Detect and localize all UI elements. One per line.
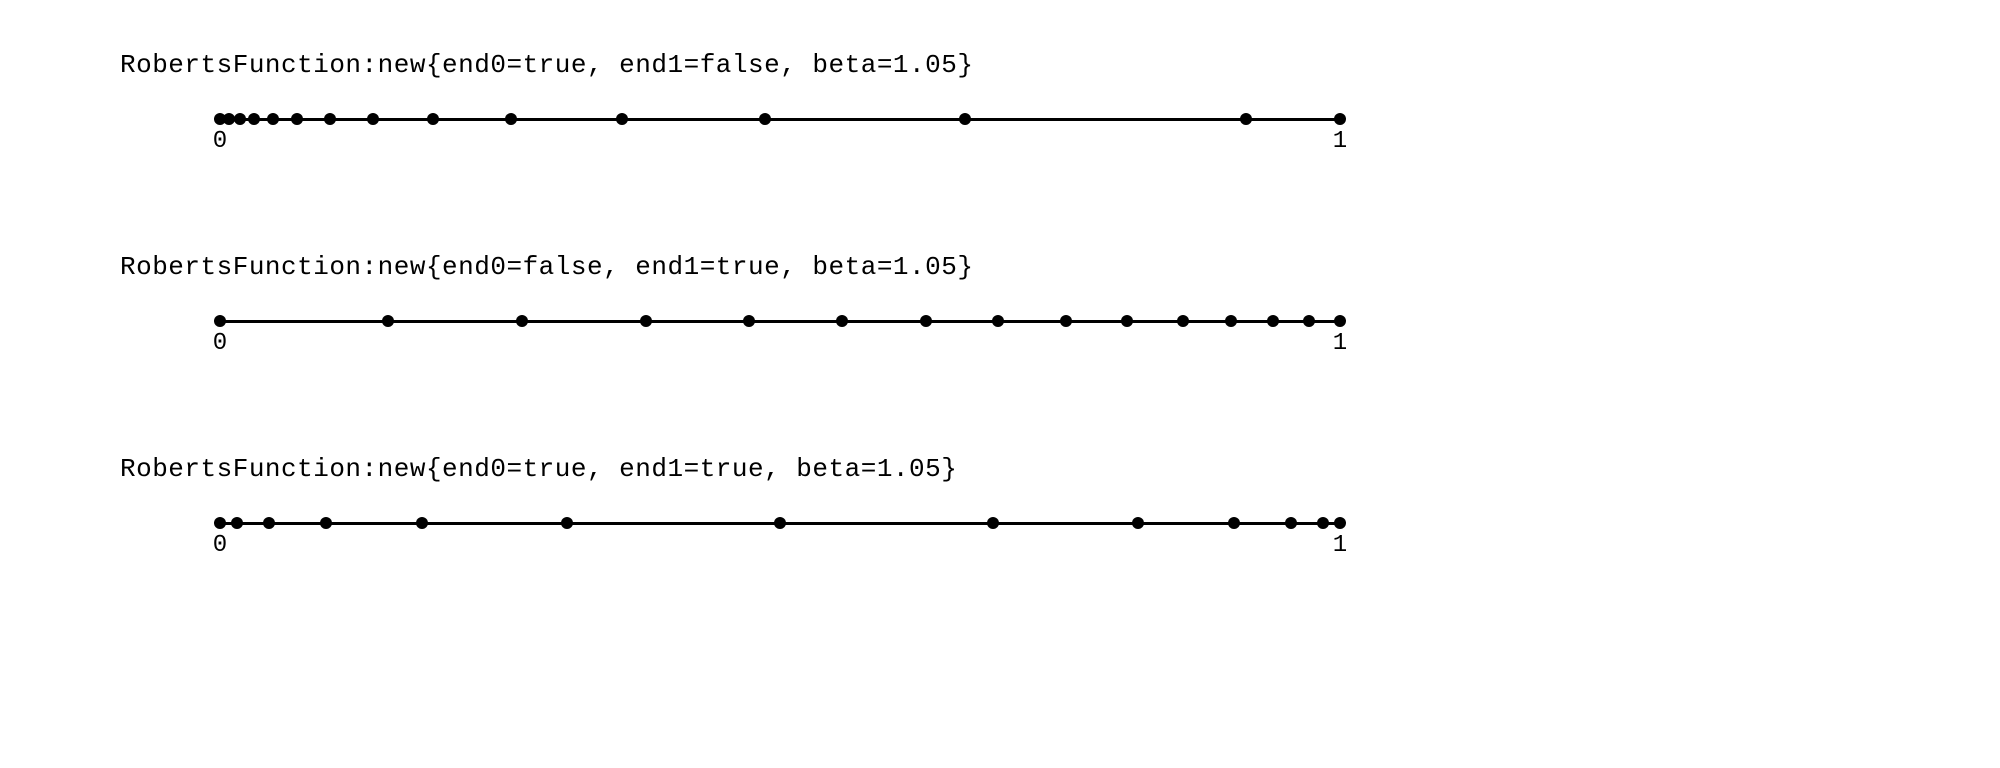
panel-3: RobertsFunction:new{end0=true, end1=true… [120, 454, 1880, 536]
data-point [291, 113, 303, 125]
data-point [1225, 315, 1237, 327]
axis-2: 0 1 [220, 310, 1340, 334]
data-point [324, 113, 336, 125]
data-point [959, 113, 971, 125]
data-point [416, 517, 428, 529]
data-point [263, 517, 275, 529]
tick-0-panel2: 0 [213, 330, 227, 357]
tick-0-panel1: 0 [213, 128, 227, 155]
data-point [214, 517, 226, 529]
data-point [234, 113, 246, 125]
data-point [1121, 315, 1133, 327]
panel-1: RobertsFunction:new{end0=true, end1=fals… [120, 50, 1880, 132]
data-point [743, 315, 755, 327]
panel-2: RobertsFunction:new{end0=false, end1=tru… [120, 252, 1880, 334]
data-point [1060, 315, 1072, 327]
caption-2: RobertsFunction:new{end0=false, end1=tru… [120, 252, 1880, 282]
data-point [774, 517, 786, 529]
caption-1: RobertsFunction:new{end0=true, end1=fals… [120, 50, 1880, 80]
data-point [987, 517, 999, 529]
caption-3: RobertsFunction:new{end0=true, end1=true… [120, 454, 1880, 484]
data-point [759, 113, 771, 125]
tick-1-panel3: 1 [1333, 532, 1347, 559]
data-point [367, 113, 379, 125]
data-point [1177, 315, 1189, 327]
data-point [640, 315, 652, 327]
data-point [836, 315, 848, 327]
tick-1-panel1: 1 [1333, 128, 1347, 155]
axis-3: 0 1 [220, 512, 1340, 536]
data-point [505, 113, 517, 125]
data-point [214, 315, 226, 327]
data-point [1303, 315, 1315, 327]
data-point [267, 113, 279, 125]
data-point [1334, 315, 1346, 327]
data-point [1285, 517, 1297, 529]
data-point [427, 113, 439, 125]
data-point [1317, 517, 1329, 529]
data-point [320, 517, 332, 529]
data-point [516, 315, 528, 327]
data-point [1228, 517, 1240, 529]
data-point [1334, 517, 1346, 529]
data-point [382, 315, 394, 327]
data-point [920, 315, 932, 327]
tick-0-panel3: 0 [213, 532, 227, 559]
data-point [1267, 315, 1279, 327]
axis-1: 0 1 [220, 108, 1340, 132]
axis-line-1 [220, 118, 1340, 121]
data-point [1132, 517, 1144, 529]
data-point [223, 113, 235, 125]
data-point [248, 113, 260, 125]
data-point [1240, 113, 1252, 125]
data-point [231, 517, 243, 529]
data-point [992, 315, 1004, 327]
data-point [561, 517, 573, 529]
tick-1-panel2: 1 [1333, 330, 1347, 357]
data-point [1334, 113, 1346, 125]
data-point [616, 113, 628, 125]
page: RobertsFunction:new{end0=true, end1=fals… [0, 0, 2000, 768]
